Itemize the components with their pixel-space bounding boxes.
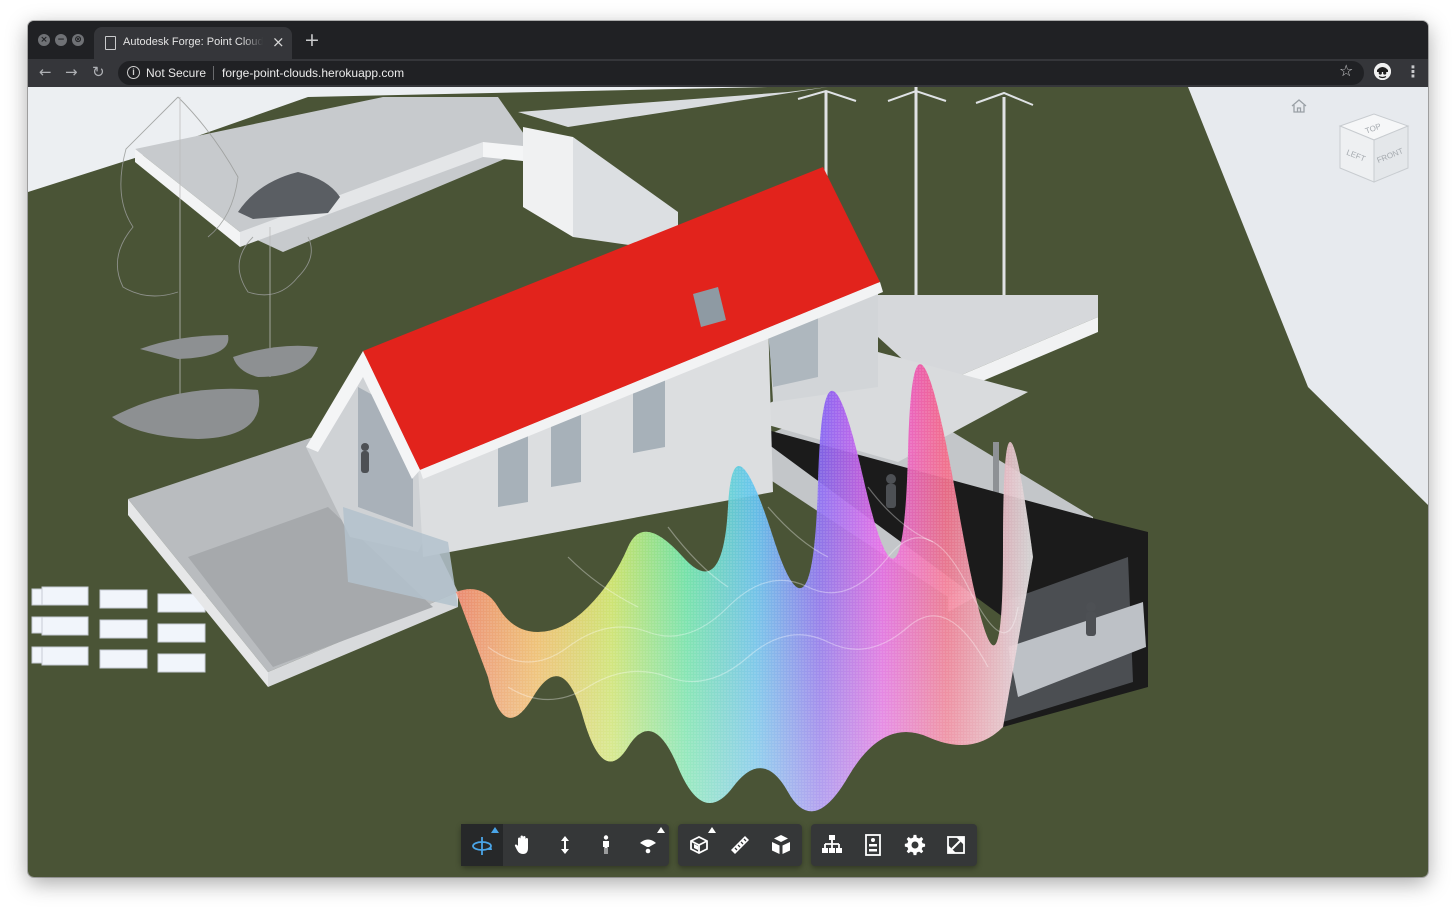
- security-label: Not Secure: [146, 66, 206, 80]
- fullscreen-icon: [944, 833, 968, 857]
- reload-button[interactable]: ↻: [92, 63, 105, 81]
- ruler-icon: [728, 833, 752, 857]
- scene-render: [28, 87, 1428, 877]
- modeling-toolbar-group: [678, 824, 802, 866]
- pan-tool-button[interactable]: [502, 824, 544, 866]
- settings-toolbar-group: [811, 824, 977, 866]
- browser-menu-button[interactable]: ⋮: [1405, 62, 1421, 81]
- tab-title: Autodesk Forge: Point Cloud Demo: [123, 36, 263, 48]
- maximize-window-button[interactable]: ⊗: [72, 34, 84, 46]
- explode-tool-button[interactable]: [760, 824, 802, 866]
- tab-active[interactable]: Autodesk Forge: Point Cloud Demo ×: [94, 27, 292, 59]
- settings-button[interactable]: [894, 824, 936, 866]
- bookmark-star-icon[interactable]: ☆: [1339, 61, 1353, 80]
- fullscreen-button[interactable]: [935, 824, 977, 866]
- camera-icon: [636, 833, 660, 857]
- first-person-tool-button[interactable]: [585, 824, 627, 866]
- dolly-icon: [553, 833, 577, 857]
- minimize-window-button[interactable]: −: [55, 34, 67, 46]
- dolly-tool-button[interactable]: [544, 824, 586, 866]
- hierarchy-icon: [820, 833, 844, 857]
- orbit-icon: [470, 833, 494, 857]
- new-tab-button[interactable]: +: [304, 29, 320, 51]
- model-browser-button[interactable]: [811, 824, 853, 866]
- address-bar[interactable]: i Not Secure forge-point-clouds.herokuap…: [118, 61, 1364, 85]
- properties-button[interactable]: [852, 824, 894, 866]
- gear-icon: [903, 833, 927, 857]
- tab-close-button[interactable]: ×: [272, 33, 285, 51]
- properties-icon: [861, 833, 885, 857]
- profile-avatar[interactable]: [1374, 63, 1391, 80]
- forward-button[interactable]: →: [65, 63, 78, 81]
- close-window-button[interactable]: ×: [38, 34, 50, 46]
- home-icon[interactable]: [1290, 98, 1308, 114]
- section-tool-button[interactable]: [678, 824, 720, 866]
- info-icon[interactable]: i: [127, 66, 140, 79]
- page-icon: [105, 36, 116, 50]
- tab-bar: × − ⊗ Autodesk Forge: Point Cloud Demo ×…: [28, 21, 1428, 59]
- browser-window: × − ⊗ Autodesk Forge: Point Cloud Demo ×…: [28, 21, 1428, 877]
- browser-toolbar: ← → ↻ i Not Secure forge-point-clouds.he…: [28, 59, 1428, 87]
- orbit-tool-button[interactable]: [461, 824, 503, 866]
- camera-tool-button[interactable]: [627, 824, 669, 866]
- explode-cube-icon: [769, 833, 793, 857]
- solar-panels: [32, 587, 205, 672]
- person-icon: [594, 833, 618, 857]
- hand-icon: [511, 833, 535, 857]
- view-cube[interactable]: TOP LEFT FRONT: [1334, 110, 1412, 200]
- address-separator: [213, 66, 214, 80]
- avatar-icon: [1374, 63, 1391, 80]
- navigation-toolbar-group: [461, 824, 669, 866]
- forge-viewer-canvas[interactable]: TOP LEFT FRONT: [28, 87, 1428, 877]
- section-box-icon: [687, 833, 711, 857]
- measure-tool-button[interactable]: [719, 824, 761, 866]
- url-text[interactable]: forge-point-clouds.herokuapp.com: [222, 66, 404, 80]
- back-button[interactable]: ←: [39, 63, 52, 81]
